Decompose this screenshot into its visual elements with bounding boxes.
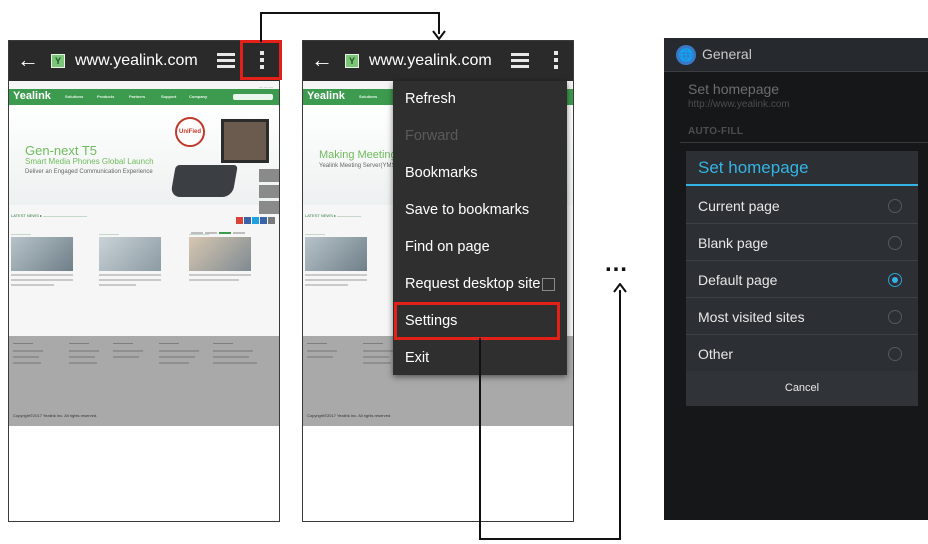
latest-news-ticker[interactable]: LATEST NEWS ▸ ——————	[305, 213, 361, 218]
tab-switcher-icon[interactable]	[217, 53, 235, 69]
yealink-logo[interactable]: Yealink	[13, 90, 51, 102]
highlight-settings-item	[394, 302, 560, 340]
arrow-down-icon	[432, 30, 446, 40]
menu-item-refresh[interactable]: Refresh	[393, 81, 567, 118]
radio-button[interactable]	[888, 310, 902, 324]
back-arrow-icon[interactable]: ←	[311, 48, 333, 72]
option-label: Other	[698, 346, 734, 362]
connector-line	[619, 290, 621, 540]
arrow-up-icon	[613, 283, 627, 293]
globe-settings-icon[interactable]: 🌐	[676, 45, 696, 65]
site-nav-item[interactable]: Company	[189, 94, 207, 99]
settings-title: General	[702, 46, 752, 62]
radio-button-selected[interactable]	[888, 273, 902, 287]
banner-tagline: Deliver an Engaged Communication Experie…	[25, 169, 153, 175]
browser-screen-1: ← Y www.yealink.com — — — Yealink Soluti…	[8, 40, 280, 522]
connector-line	[260, 12, 440, 14]
option-blank-page[interactable]: Blank page	[686, 225, 918, 261]
option-other[interactable]: Other	[686, 336, 918, 372]
connector-line	[479, 538, 621, 540]
content-column[interactable]: —————	[305, 231, 367, 311]
divider	[680, 142, 928, 143]
menu-item-bookmarks[interactable]: Bookmarks	[393, 155, 567, 192]
address-bar[interactable]: www.yealink.com	[75, 52, 198, 70]
site-favicon-icon: Y	[345, 54, 359, 68]
back-arrow-icon[interactable]: ←	[17, 48, 39, 72]
site-nav-item[interactable]: Solutions	[359, 94, 377, 99]
highlight-menu-button	[240, 40, 282, 80]
pref-set-homepage[interactable]: Set homepage	[688, 81, 779, 97]
option-current-page[interactable]: Current page	[686, 188, 918, 224]
set-homepage-dialog: Set homepage Current page Blank page Def…	[686, 151, 918, 406]
latest-news-ticker[interactable]: LATEST NEWS ▸ ———————————	[11, 213, 87, 218]
radio-button[interactable]	[888, 347, 902, 361]
site-nav-bar: Yealink Solutions Products Partners Supp…	[9, 89, 279, 105]
banner-tagline: Yealink Meeting Server(YMS)	[319, 163, 398, 169]
dialog-title: Set homepage	[698, 158, 809, 177]
site-footer: ————— ————— ————— ————— ————— Copyright©201…	[9, 336, 279, 426]
hero-banner[interactable]: Gen-next T5 Smart Media Phones Global La…	[9, 105, 279, 234]
social-icons[interactable]	[235, 211, 275, 229]
ip-phone-image	[170, 165, 238, 197]
video-screen-image	[221, 119, 269, 163]
banner-subheading: Smart Media Phones Global Launch	[25, 157, 154, 166]
settings-screen: 🌐 General Set homepage http://www.yealin…	[664, 38, 928, 520]
copyright-text: Copyright©2017 Yealink Inc. All rights r…	[307, 413, 392, 418]
menu-item-request-desktop-site[interactable]: Request desktop site	[393, 266, 567, 303]
site-nav-item[interactable]: Products	[97, 94, 114, 99]
banner-heading: Gen-next T5	[25, 143, 98, 158]
copyright-text: Copyright©2017 Yealink Inc. All rights r…	[13, 413, 98, 418]
menu-item-find-on-page[interactable]: Find on page	[393, 229, 567, 266]
pref-homepage-url: http://www.yealink.com	[688, 99, 790, 110]
cancel-button[interactable]: Cancel	[686, 371, 918, 406]
menu-item-save-to-bookmarks[interactable]: Save to bookmarks	[393, 192, 567, 229]
settings-action-bar: 🌐 General	[664, 38, 928, 72]
option-label: Default page	[698, 272, 778, 288]
menu-item-forward: Forward	[405, 128, 459, 144]
address-bar[interactable]: www.yealink.com	[369, 52, 492, 70]
browser-toolbar: ← Y www.yealink.com	[303, 41, 573, 81]
browser-screen-2: ← Y www.yealink.com Yealink Solutions Ma…	[302, 40, 574, 522]
option-label: Current page	[698, 198, 780, 214]
site-search-box[interactable]	[233, 94, 273, 100]
yealink-logo[interactable]: Yealink	[307, 90, 345, 102]
ellipsis: …	[604, 250, 630, 277]
web-page: — — — Yealink Solutions Products Partner…	[9, 81, 279, 426]
site-nav-item[interactable]: Partners	[129, 94, 145, 99]
browser-toolbar: ← Y www.yealink.com	[9, 41, 279, 81]
content-column[interactable]: —————	[11, 231, 73, 311]
menu-item-label: Request desktop site	[405, 276, 541, 292]
radio-button[interactable]	[888, 199, 902, 213]
site-nav-item[interactable]: Support	[161, 94, 176, 99]
overflow-menu-icon[interactable]	[549, 50, 563, 72]
tab-switcher-icon[interactable]	[511, 53, 529, 69]
content-column[interactable]: —————	[189, 231, 251, 311]
option-label: Blank page	[698, 235, 769, 251]
content-column[interactable]: —————	[99, 231, 161, 311]
desktop-site-checkbox[interactable]	[542, 278, 555, 291]
option-most-visited-sites[interactable]: Most visited sites	[686, 299, 918, 335]
dialog-title-divider	[686, 184, 918, 186]
site-favicon-icon: Y	[51, 54, 65, 68]
unified-badge: UniFied	[175, 117, 205, 147]
connector-line	[479, 338, 481, 540]
connector-line	[260, 12, 262, 42]
site-nav-item[interactable]: Solutions	[65, 94, 83, 99]
radio-button[interactable]	[888, 236, 902, 250]
option-label: Most visited sites	[698, 309, 805, 325]
section-header-autofill: AUTO-FILL	[688, 126, 744, 137]
side-floating-tabs[interactable]	[259, 169, 279, 215]
option-default-page[interactable]: Default page	[686, 262, 918, 298]
